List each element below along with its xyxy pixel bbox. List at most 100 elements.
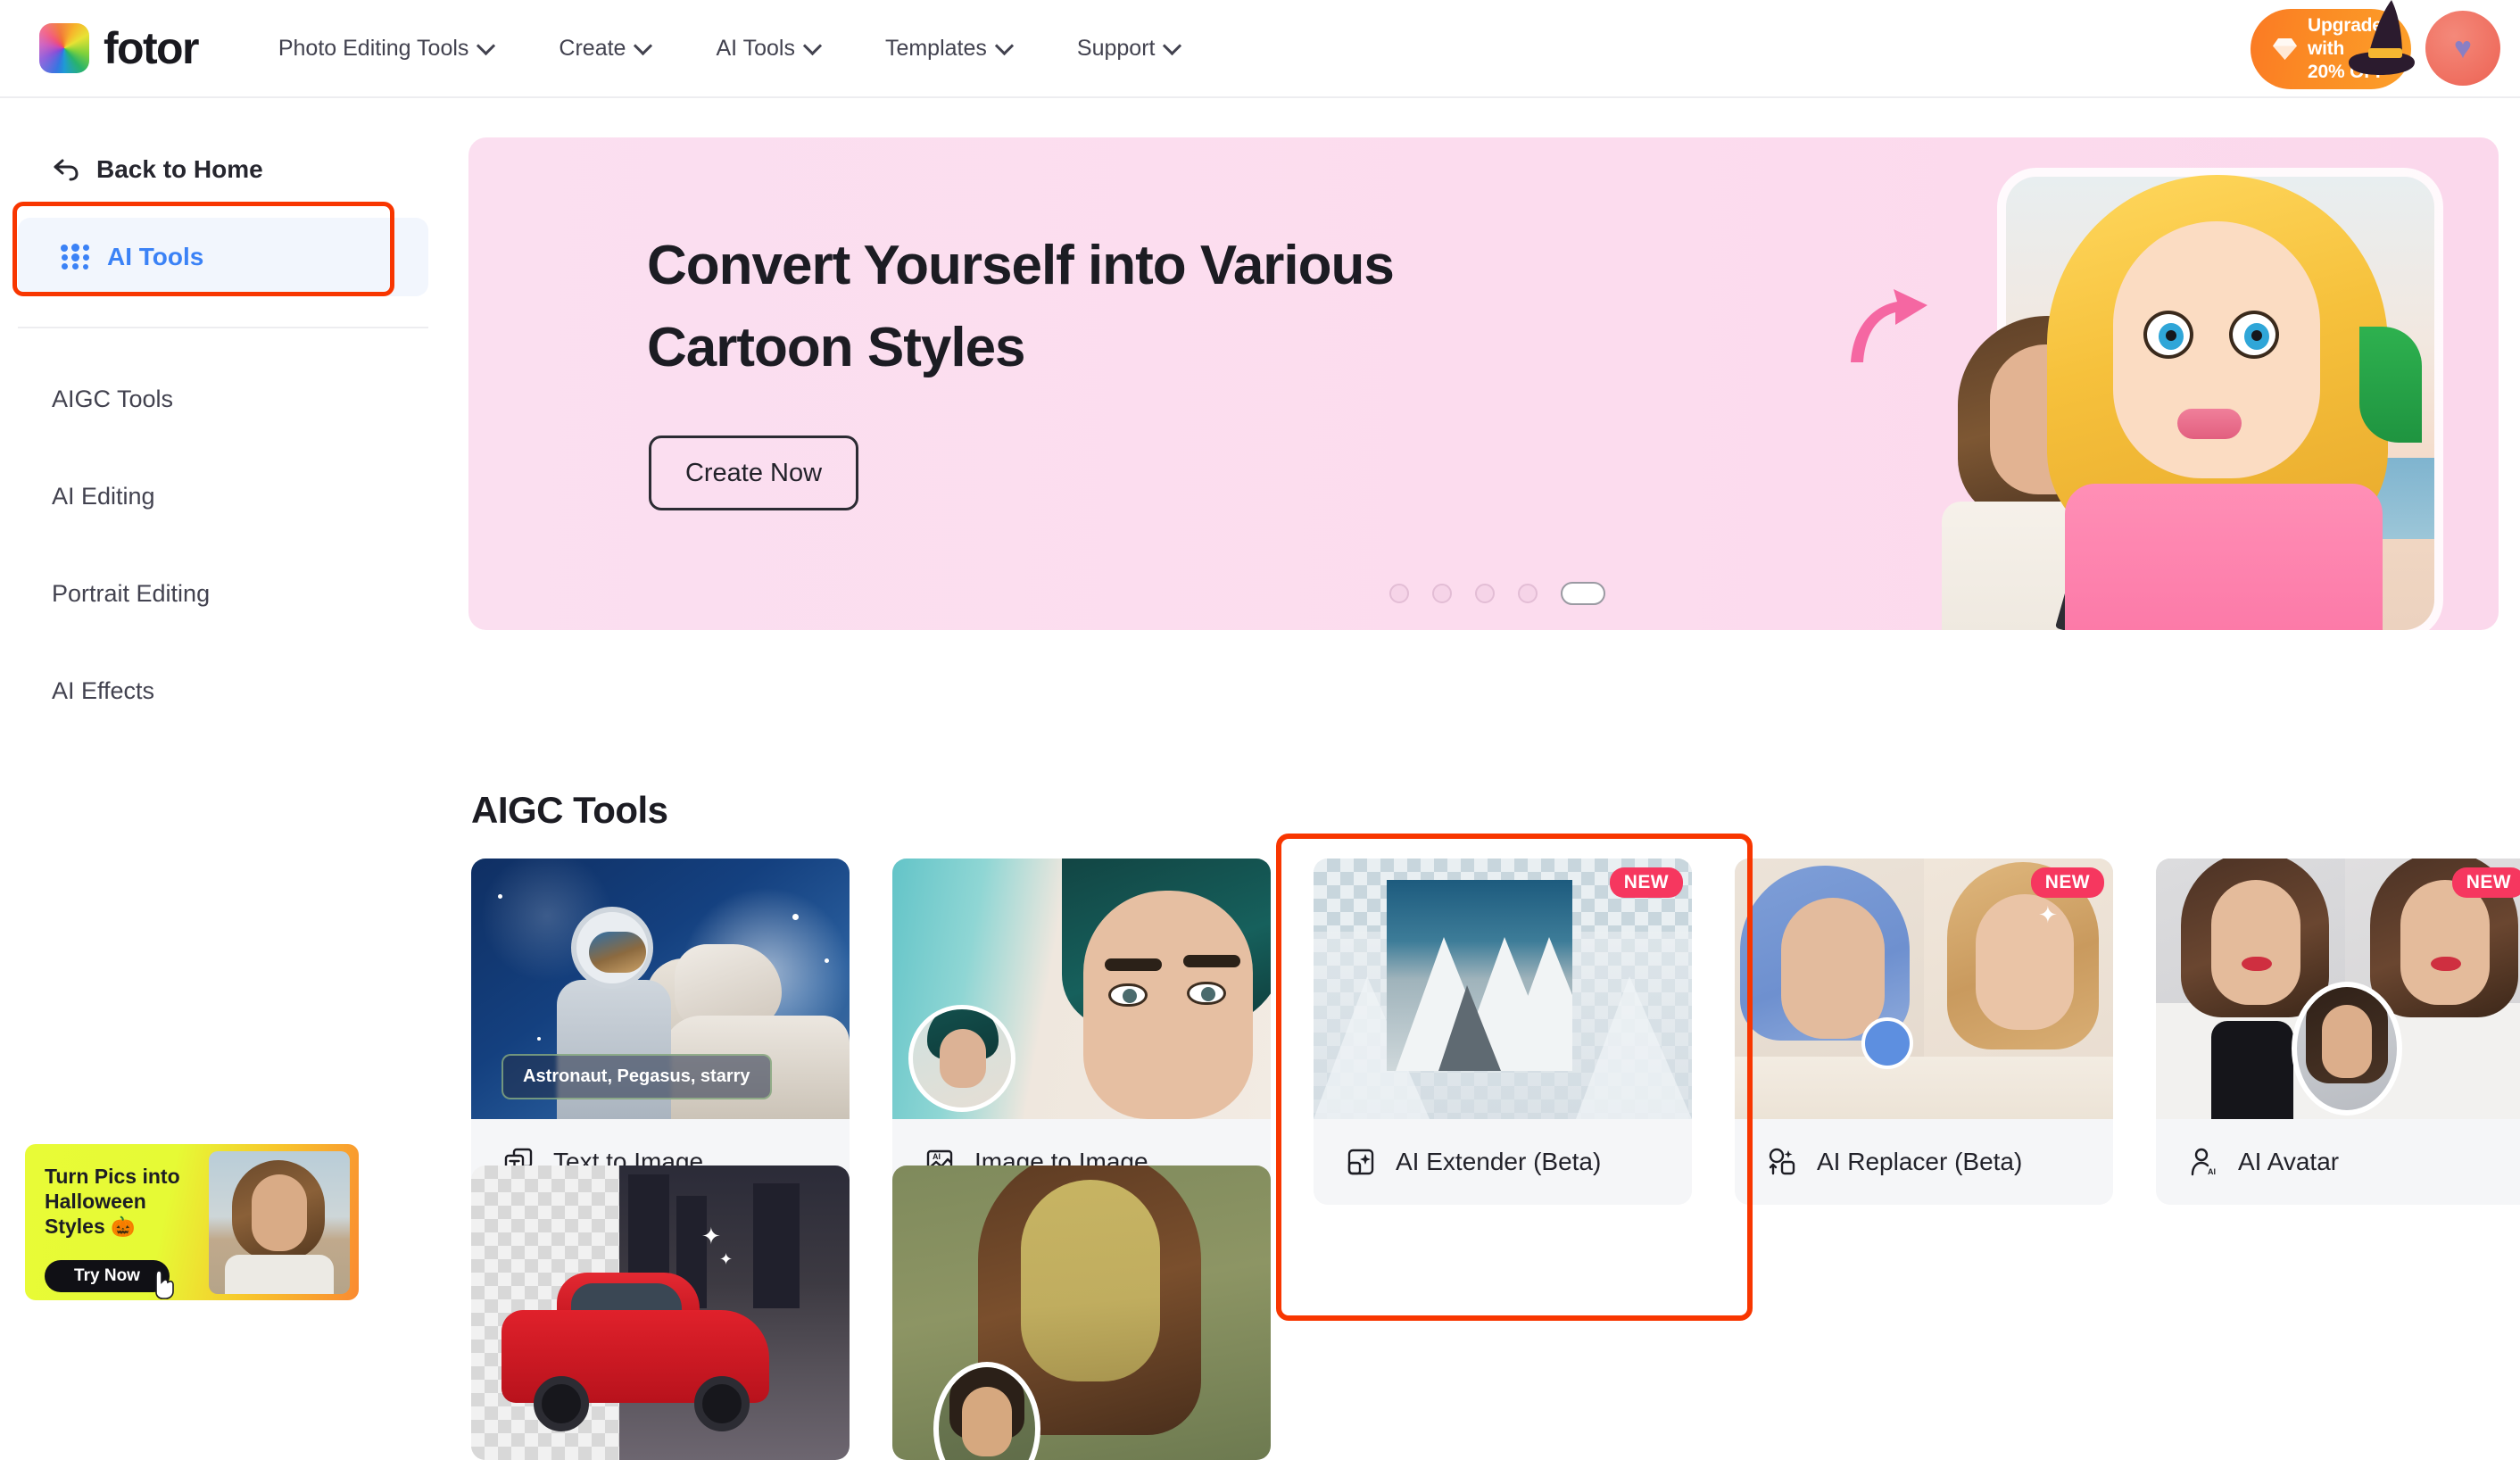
tool-card-label: AI Extender (Beta) [1396,1148,1602,1175]
cartoon-face [2113,221,2320,478]
nav-label: AI Tools [716,35,795,61]
transform-arrow-icon [1851,289,1927,362]
sidebar-divider [18,327,428,328]
promo-photo-shirt [225,1255,334,1294]
sidebar-active-item-wrapper: AI Tools [12,202,428,296]
aigc-tools-card-row: Astronaut, Pegasus, starry Text to Image [471,859,2520,1205]
astronaut-helmet [571,907,653,989]
tool-card-background-remover[interactable]: ✦ ✦ [471,1166,850,1460]
brand-logo[interactable]: fotor [39,22,199,74]
nav-item-create[interactable]: Create [559,27,650,71]
promo-photo-face [252,1174,307,1251]
promo-title-line-2: Halloween [45,1190,146,1213]
ai-replacer-icon [1769,1148,1795,1175]
tool-card-ai-extender[interactable]: NEW AI Extender (Beta) [1314,859,1692,1205]
nav-item-photo-editing-tools[interactable]: Photo Editing Tools [278,27,493,71]
grid-dots-icon [61,244,89,270]
sidebar-item-portrait-editing[interactable]: Portrait Editing [52,580,446,608]
back-to-home-label: Back to Home [96,155,263,183]
tool-card-ai-avatar[interactable]: NEW AI AI Avatar [2156,859,2520,1205]
new-badge: NEW [2451,867,2520,898]
chevron-down-icon [1165,39,1179,53]
tool-card-ai-replacer[interactable]: ✦ ✦ NEW AI Replacer (Beta) [1735,859,2113,1205]
avatar-black-top [2211,1021,2293,1119]
tool-card-thumbnail: ✦ ✦ NEW [1735,859,2113,1119]
upgrade-button[interactable]: Upgrade with 20% OFF [2251,0,2415,89]
witch-hat-icon [2349,0,2415,75]
main-content: Convert Yourself into Various Cartoon St… [446,100,2520,1460]
back-to-home-button[interactable]: Back to Home [52,155,446,184]
avatar-face-left [2211,880,2300,1005]
subject-brow-right [1183,955,1240,967]
ai-extender-icon [1347,1149,1374,1175]
source-thumbnail-circle [908,1005,1015,1112]
pointer-hand-icon [155,1270,174,1299]
promo-title-line-3: Styles [45,1215,105,1238]
sidebar-item-ai-tools[interactable]: AI Tools [18,218,428,296]
tool-card-label: AI Avatar [2238,1148,2340,1175]
brand-name: fotor [104,23,199,73]
carousel-dot-5-active[interactable] [1561,582,1605,605]
nav-item-support[interactable]: Support [1077,27,1180,71]
hero-banner[interactable]: Convert Yourself into Various Cartoon St… [468,137,2499,630]
promo-try-now-button[interactable]: Try Now [45,1260,170,1292]
mountain-peak-dark [1438,985,1501,1071]
avatar-lips-right [2431,957,2461,971]
sidebar-item-ai-editing[interactable]: AI Editing [52,483,446,510]
sidebar-item-aigc-tools[interactable]: AIGC Tools [52,386,446,413]
user-avatar[interactable]: ♥ [2425,11,2500,86]
brush-cursor-icon [1861,1017,1913,1069]
sidebar-item-ai-effects[interactable]: AI Effects [52,677,446,705]
hero-artwork [1695,137,2499,630]
cartoon-body [2065,484,2383,630]
create-now-button[interactable]: Create Now [649,436,858,510]
original-mountain-photo [1387,880,1572,1071]
halloween-promo-banner[interactable]: Turn Pics into Halloween Styles 🎃 Try No… [25,1144,359,1300]
hero-title-line-2: Cartoon Styles [647,317,1026,378]
subject-eye-left [1108,983,1148,1007]
svg-text:AI: AI [933,1152,941,1161]
avatar-thumb-face [2322,1005,2372,1078]
promo-photo [209,1151,350,1294]
section-title-aigc-tools: AIGC Tools [471,789,668,831]
astronaut-visor [589,932,646,973]
nav-label: Photo Editing Tools [278,35,469,61]
tool-card-thumbnail [892,859,1271,1119]
mona-lisa-face-swapped [1021,1180,1160,1381]
carousel-dot-3[interactable] [1475,584,1495,603]
mountain-peak-right [1501,937,1572,1071]
carousel-dot-4[interactable] [1518,584,1538,603]
ai-avatar-icon: AI [2191,1148,2216,1176]
diamond-icon [2273,38,2297,60]
chevron-down-icon [479,39,493,53]
sidebar-item-label: AI Editing [52,483,155,510]
pumpkin-icon: 🎃 [111,1215,136,1238]
carousel-indicators [1389,582,1605,605]
subject-face [1083,891,1253,1119]
promo-title-line-1: Turn Pics into [45,1165,180,1188]
hero-cartoon-result [2008,170,2427,630]
carousel-dot-1[interactable] [1389,584,1409,603]
main-menu: Photo Editing Tools Create AI Tools Temp… [278,27,1246,71]
source-thumb-face [962,1387,1012,1456]
car-wheel-rear [694,1376,750,1431]
sparkle-icon: ✦ [701,1223,721,1249]
fotor-color-wheel-logo-icon [39,23,89,73]
tool-card-face-swap[interactable] [892,1166,1271,1460]
tool-card-image-to-image[interactable]: AI Image to Image [892,859,1271,1205]
hero-title: Convert Yourself into Various Cartoon St… [647,225,1629,389]
promo-cta-label: Try Now [74,1266,140,1285]
carousel-dot-2[interactable] [1432,584,1452,603]
sidebar-item-ai-tools-label: AI Tools [107,243,204,270]
new-badge: NEW [2030,867,2104,898]
car-wheel-front [534,1376,589,1431]
nav-item-templates[interactable]: Templates [885,27,1011,71]
sidebar-item-label: AIGC Tools [52,386,174,412]
nav-label: Support [1076,35,1156,61]
nav-item-ai-tools[interactable]: AI Tools [716,27,818,71]
cartoon-lips [2177,409,2242,439]
tool-card-text-to-image[interactable]: Astronaut, Pegasus, starry Text to Image [471,859,850,1205]
sparkle-icon: ✦ [2038,901,2058,928]
promo-title: Turn Pics into Halloween Styles 🎃 [45,1164,223,1240]
tool-card-thumbnail: NEW [2156,859,2520,1119]
